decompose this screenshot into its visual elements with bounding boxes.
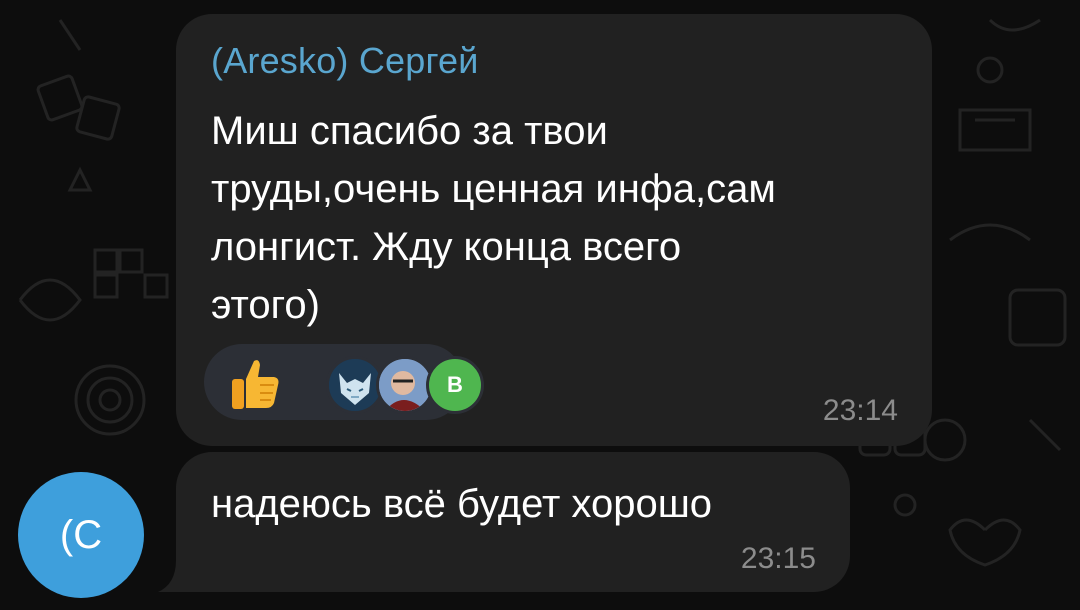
message-timestamp: 23:14 [822,394,898,427]
thumbs-up-icon [232,360,279,409]
message-timestamp: 23:15 [740,542,816,575]
person-avatar-image [379,359,431,411]
sender-name[interactable]: (Aresko) Сергей [211,40,479,82]
wolf-avatar-image [329,359,381,411]
message-bubble[interactable]: надеюсь всё будет хорошо 23:15 [176,452,850,592]
message-text: надеюсь всё будет хорошо [211,482,713,526]
reactor-avatar-initial: B [426,356,484,414]
message-text: Миш спасибо за твои труды,очень ценная и… [211,109,776,327]
reaction-pill[interactable]: B [204,344,484,420]
message-bubble[interactable]: (Aresko) Сергей Миш спасибо за твои труд… [176,14,932,446]
sender-avatar[interactable]: (C [18,472,144,598]
